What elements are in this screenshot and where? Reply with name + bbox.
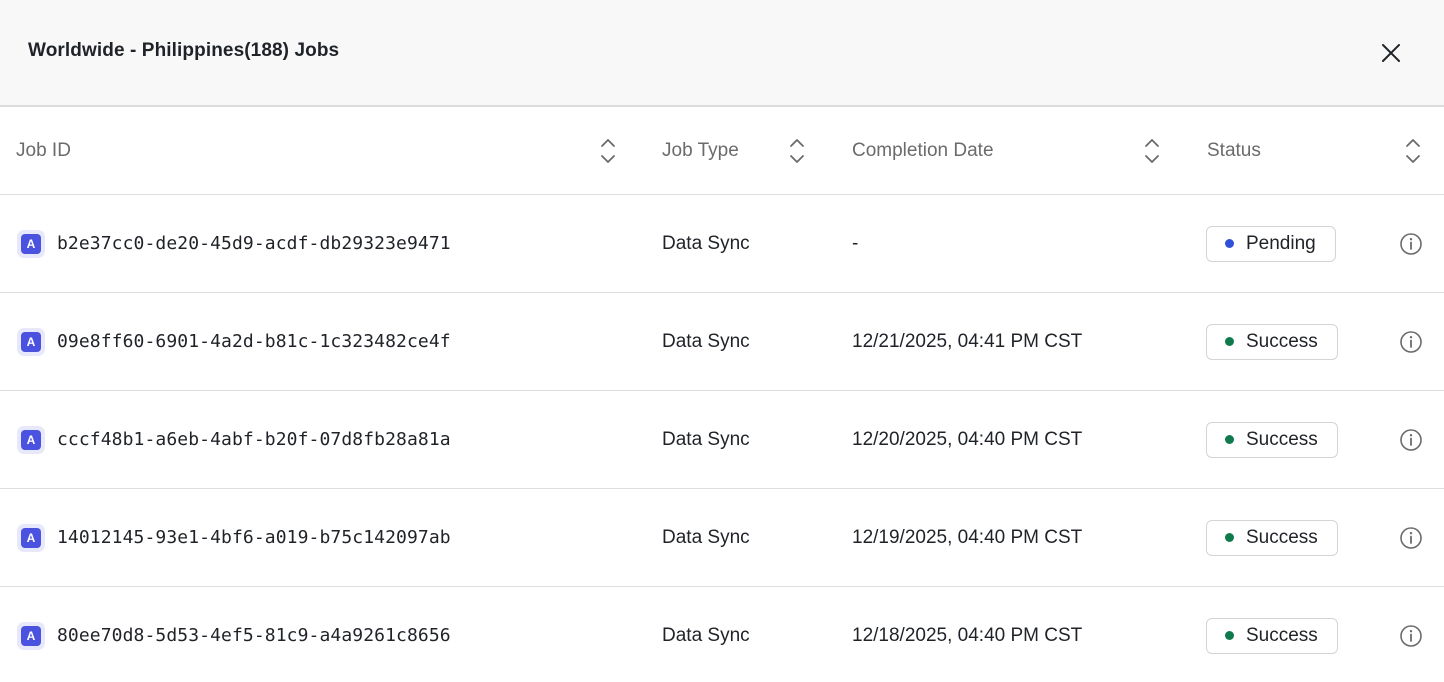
job-app-icon-letter: A — [21, 429, 41, 450]
table-row[interactable]: A 09e8ff60-6901-4a2d-b81c-1c323482ce4f D… — [0, 293, 1444, 391]
job-id-cell: A cccf48b1-a6eb-4abf-b20f-07d8fb28a81a — [17, 391, 451, 488]
jobs-table: Job ID Job Type Completion Date Status A… — [0, 107, 1444, 682]
completion-date: 12/20/2025, 04:40 PM CST — [852, 428, 1083, 450]
table-row[interactable]: A cccf48b1-a6eb-4abf-b20f-07d8fb28a81a D… — [0, 391, 1444, 489]
job-type: Data Sync — [662, 526, 750, 548]
completion-date: 12/21/2025, 04:41 PM CST — [852, 330, 1083, 352]
modal-title: Worldwide - Philippines(188) Jobs — [28, 40, 340, 61]
info-icon[interactable] — [1399, 232, 1423, 256]
status-dot — [1225, 533, 1234, 542]
table-row[interactable]: A 14012145-93e1-4bf6-a019-b75c142097ab D… — [0, 489, 1444, 587]
close-button[interactable] — [1376, 38, 1406, 68]
status-dot — [1225, 631, 1234, 640]
status-dot — [1225, 239, 1234, 248]
job-id: 80ee70d8-5d53-4ef5-81c9-a4a9261c8656 — [57, 625, 451, 646]
sort-icon[interactable] — [598, 134, 618, 168]
status-label: Success — [1246, 526, 1318, 548]
info-icon[interactable] — [1399, 526, 1423, 550]
column-header-label: Completion Date — [852, 139, 994, 161]
sort-icon[interactable] — [787, 134, 807, 168]
status-cell: Pending — [1206, 195, 1336, 292]
job-id: 09e8ff60-6901-4a2d-b81c-1c323482ce4f — [57, 331, 451, 352]
job-app-icon-letter: A — [21, 625, 41, 646]
column-header-job-type[interactable]: Job Type — [662, 107, 822, 194]
job-id-cell: A 14012145-93e1-4bf6-a019-b75c142097ab — [17, 489, 451, 586]
job-id: b2e37cc0-de20-45d9-acdf-db29323e9471 — [57, 233, 451, 254]
jobs-modal: Worldwide - Philippines(188) Jobs Job ID… — [0, 0, 1444, 682]
status-label: Success — [1246, 330, 1318, 352]
status-badge: Success — [1206, 421, 1338, 458]
table-row[interactable]: A 80ee70d8-5d53-4ef5-81c9-a4a9261c8656 D… — [0, 587, 1444, 682]
status-label: Success — [1246, 428, 1318, 450]
table-header: Job ID Job Type Completion Date Status — [0, 107, 1444, 195]
info-icon[interactable] — [1399, 330, 1423, 354]
status-cell: Success — [1206, 489, 1338, 586]
status-label: Success — [1246, 624, 1318, 646]
column-header-completion-date[interactable]: Completion Date — [852, 107, 1182, 194]
job-app-icon-letter: A — [21, 233, 41, 254]
status-dot — [1225, 435, 1234, 444]
job-app-icon-letter: A — [21, 331, 41, 352]
status-cell: Success — [1206, 391, 1338, 488]
column-header-label: Job ID — [16, 139, 71, 161]
column-header-status[interactable]: Status — [1207, 107, 1437, 194]
status-cell: Success — [1206, 293, 1338, 390]
info-icon[interactable] — [1399, 624, 1423, 648]
info-icon[interactable] — [1399, 428, 1423, 452]
job-id-cell: A 80ee70d8-5d53-4ef5-81c9-a4a9261c8656 — [17, 587, 451, 682]
table-row[interactable]: A b2e37cc0-de20-45d9-acdf-db29323e9471 D… — [0, 195, 1444, 293]
completion-date: 12/19/2025, 04:40 PM CST — [852, 526, 1083, 548]
status-dot — [1225, 337, 1234, 346]
sort-icon[interactable] — [1142, 134, 1162, 168]
job-id-cell: A 09e8ff60-6901-4a2d-b81c-1c323482ce4f — [17, 293, 451, 390]
column-header-job-id[interactable]: Job ID — [16, 107, 636, 194]
status-label: Pending — [1246, 232, 1316, 254]
status-badge: Success — [1206, 519, 1338, 556]
job-id: cccf48b1-a6eb-4abf-b20f-07d8fb28a81a — [57, 429, 451, 450]
job-app-icon-letter: A — [21, 527, 41, 548]
column-header-label: Job Type — [662, 139, 739, 161]
status-badge: Success — [1206, 323, 1338, 360]
job-type: Data Sync — [662, 624, 750, 646]
job-app-icon: A — [17, 425, 45, 454]
status-cell: Success — [1206, 587, 1338, 682]
completion-date: 12/18/2025, 04:40 PM CST — [852, 624, 1083, 646]
column-header-label: Status — [1207, 139, 1261, 161]
job-app-icon: A — [17, 327, 45, 356]
job-app-icon: A — [17, 621, 45, 650]
status-badge: Success — [1206, 617, 1338, 654]
table-body: A b2e37cc0-de20-45d9-acdf-db29323e9471 D… — [0, 195, 1444, 682]
job-id-cell: A b2e37cc0-de20-45d9-acdf-db29323e9471 — [17, 195, 451, 292]
completion-date: - — [852, 232, 859, 254]
status-badge: Pending — [1206, 225, 1336, 262]
job-type: Data Sync — [662, 428, 750, 450]
job-id: 14012145-93e1-4bf6-a019-b75c142097ab — [57, 527, 451, 548]
job-app-icon: A — [17, 229, 45, 258]
sort-icon[interactable] — [1403, 134, 1423, 168]
job-app-icon: A — [17, 523, 45, 552]
job-type: Data Sync — [662, 232, 750, 254]
modal-header: Worldwide - Philippines(188) Jobs — [0, 0, 1444, 107]
job-type: Data Sync — [662, 330, 750, 352]
close-icon — [1382, 44, 1400, 62]
